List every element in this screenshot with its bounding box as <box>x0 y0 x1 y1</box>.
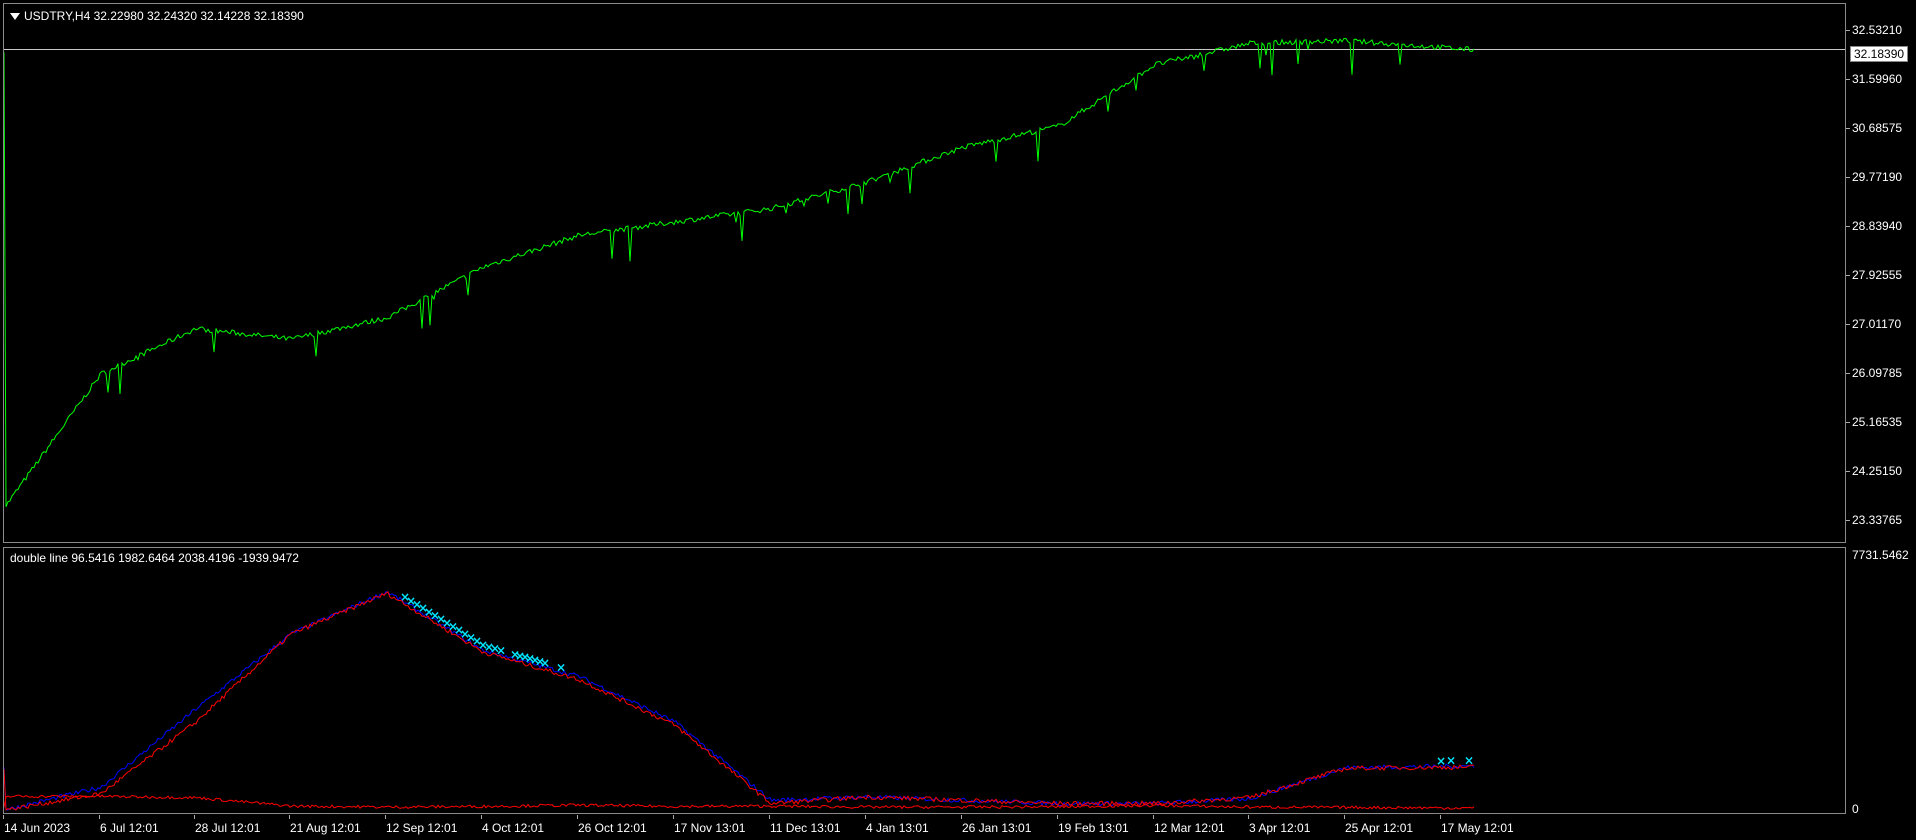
time-axis-tick <box>385 815 386 819</box>
indicator-title: double line 96.5416 1982.6464 2038.4196 … <box>10 551 299 565</box>
price-axis-label: 23.33765 <box>1852 513 1903 527</box>
current-price-tag: 32.18390 <box>1850 46 1909 62</box>
price-axis-label: 24.25150 <box>1852 464 1903 478</box>
price-axis-tick <box>1846 520 1850 521</box>
time-axis-tick <box>673 815 674 819</box>
chart-title[interactable]: USDTRY,H4 32.22980 32.24320 32.14228 32.… <box>10 9 304 23</box>
signal-x-marker: × <box>1446 754 1456 768</box>
time-axis-tick <box>3 815 4 819</box>
indicator-red-line <box>4 591 1475 811</box>
time-axis-label: 17 May 12:01 <box>1441 821 1514 835</box>
price-axis-tick <box>1846 128 1850 129</box>
time-axis-tick <box>99 815 100 819</box>
time-axis-label: 4 Oct 12:01 <box>482 821 545 835</box>
signal-x-marker: × <box>540 656 550 670</box>
time-axis-tick <box>865 815 866 819</box>
indicator-pane[interactable]: × × × × × × × × × × × × × × × × × × × × × × × × × × × × double line… <box>3 547 1846 814</box>
price-axis-label: 32.53210 <box>1852 23 1903 37</box>
time-axis-tick <box>1248 815 1249 819</box>
time-axis-tick <box>1153 815 1154 819</box>
price-axis-label: 27.01170 <box>1852 317 1902 331</box>
indicator-axis-zero: 0 <box>1852 802 1859 816</box>
time-axis-label: 6 Jul 12:01 <box>100 821 159 835</box>
signal-x-marker: × <box>1436 754 1446 768</box>
price-axis-tick <box>1846 373 1850 374</box>
time-axis-label: 4 Jan 13:01 <box>866 821 929 835</box>
price-axis-tick <box>1846 226 1850 227</box>
price-axis[interactable]: 32.53210 31.59960 30.68575 29.77190 28.83940… <box>1846 3 1916 543</box>
time-axis-tick <box>961 815 962 819</box>
price-series-line <box>4 37 1475 507</box>
time-axis-tick <box>577 815 578 819</box>
price-axis-tick <box>1846 79 1850 80</box>
price-axis-label: 28.83940 <box>1852 219 1903 233</box>
price-axis-label: 29.77190 <box>1852 170 1903 184</box>
price-axis-label: 25.16535 <box>1852 415 1903 429</box>
time-axis-label: 28 Jul 12:01 <box>195 821 261 835</box>
price-axis-label: 27.92555 <box>1852 268 1903 282</box>
time-axis-label: 12 Mar 12:01 <box>1154 821 1225 835</box>
time-axis-tick <box>769 815 770 819</box>
indicator-axis-top: 7731.5462 <box>1852 548 1909 562</box>
time-axis-tick <box>481 815 482 819</box>
time-axis-label: 26 Jan 13:01 <box>962 821 1032 835</box>
price-axis-tick <box>1846 324 1850 325</box>
price-axis-tick <box>1846 422 1850 423</box>
price-axis-tick <box>1846 275 1850 276</box>
time-axis-tick <box>1344 815 1345 819</box>
signal-x-marker: × <box>1464 754 1474 768</box>
time-axis-label: 21 Aug 12:01 <box>290 821 361 835</box>
time-axis-label: 17 Nov 13:01 <box>674 821 746 835</box>
time-axis-tick <box>194 815 195 819</box>
time-axis-tick <box>1057 815 1058 819</box>
time-axis-label: 25 Apr 12:01 <box>1345 821 1414 835</box>
price-axis-label: 30.68575 <box>1852 121 1903 135</box>
price-axis-label: 31.59960 <box>1852 72 1903 86</box>
time-axis[interactable]: 14 Jun 2023 6 Jul 12:01 28 Jul 12:01 21 Aug… <box>0 815 1916 840</box>
indicator-canvas: ××××××××××××××××× ××××××× ×× × × <box>4 590 1475 811</box>
symbol-ohlc-text: USDTRY,H4 32.22980 32.24320 32.14228 32.… <box>24 9 304 23</box>
time-axis-tick <box>1440 815 1441 819</box>
time-axis-label: 14 Jun 2023 <box>4 821 71 835</box>
time-axis-label: 12 Sep 12:01 <box>386 821 458 835</box>
indicator-axis[interactable]: 7731.5462 0 <box>1846 547 1916 816</box>
price-chart-canvas <box>4 37 1845 507</box>
time-axis-label: 26 Oct 12:01 <box>578 821 647 835</box>
dropdown-triangle-icon[interactable] <box>10 13 20 20</box>
price-chart-pane[interactable]: USDTRY,H4 32.22980 32.24320 32.14228 32.… <box>3 3 1846 543</box>
signal-x-marker: × <box>496 643 506 657</box>
time-axis-label: 11 Dec 13:01 <box>770 821 841 835</box>
price-axis-tick <box>1846 30 1850 31</box>
price-axis-label: 26.09785 <box>1852 366 1903 380</box>
time-axis-label: 3 Apr 12:01 <box>1249 821 1311 835</box>
price-axis-tick <box>1846 471 1850 472</box>
time-axis-label: 19 Feb 13:01 <box>1058 821 1129 835</box>
signal-x-marker: × <box>556 661 566 675</box>
time-axis-tick <box>289 815 290 819</box>
price-axis-tick <box>1846 177 1850 178</box>
